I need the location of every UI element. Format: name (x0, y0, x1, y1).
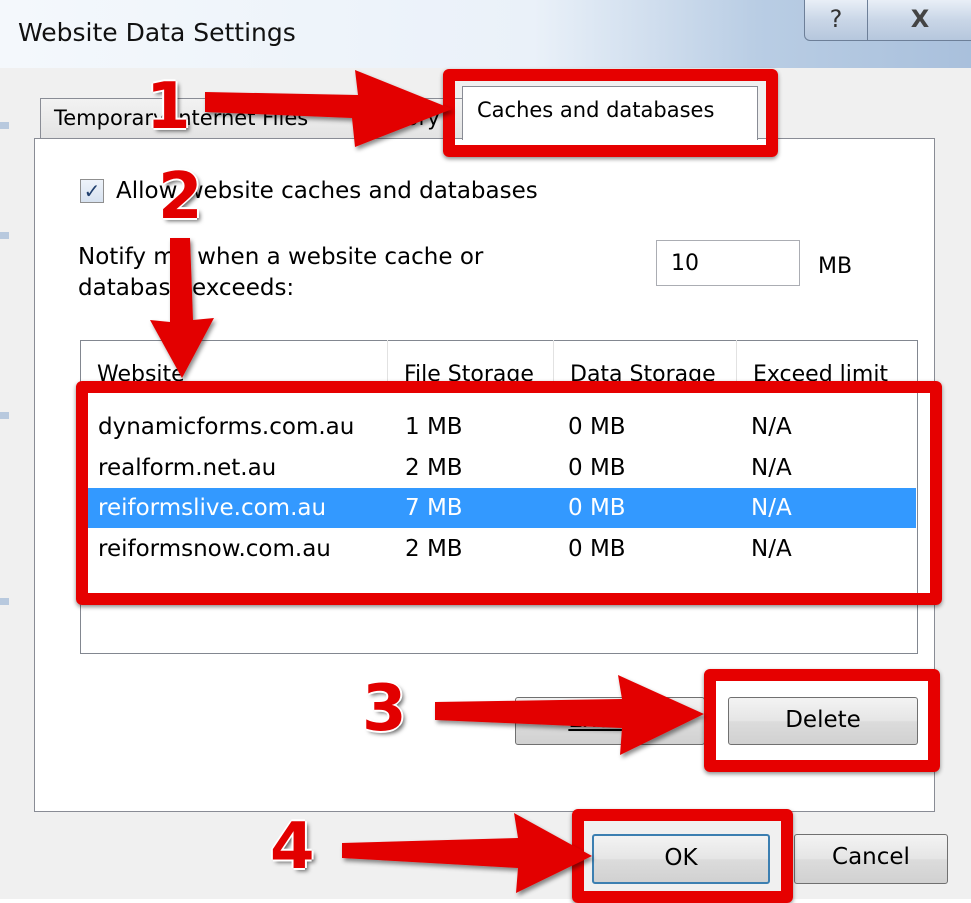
window-edge-marker (0, 232, 9, 239)
step-1-label: 1 (146, 70, 191, 144)
arrow-step-3 (435, 675, 704, 755)
window-edge-marker (0, 122, 9, 129)
window-edge-marker (0, 598, 9, 605)
arrow-step-2 (150, 238, 214, 378)
arrow-step-4 (342, 813, 592, 893)
arrow-step-1 (205, 70, 452, 147)
step-2-label: 2 (158, 160, 203, 234)
step-4-label: 4 (270, 810, 315, 884)
step-3-label: 3 (362, 672, 407, 746)
window-edge-marker (0, 412, 9, 419)
tab-caches-and-databases[interactable]: Caches and databases (462, 86, 758, 140)
